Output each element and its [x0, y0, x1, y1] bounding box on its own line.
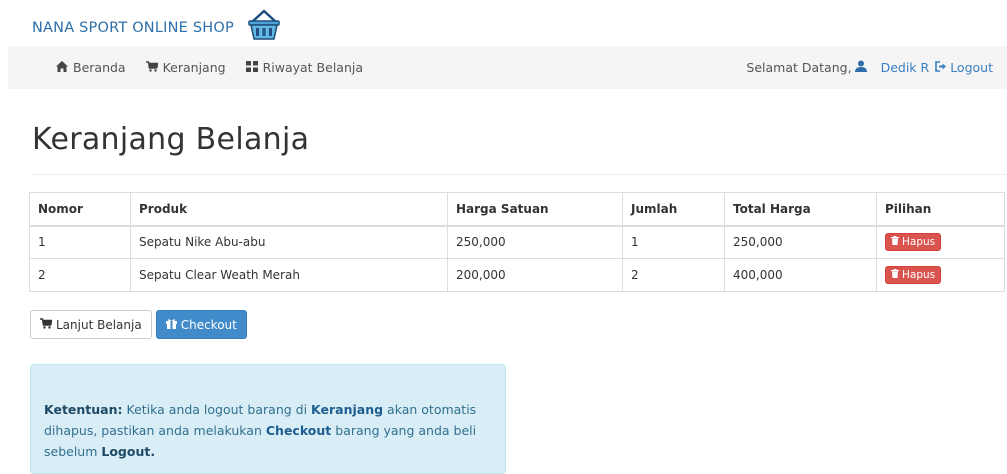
brand-title[interactable]: NANA SPORT ONLINE SHOP [32, 20, 234, 36]
user-area: Selamat Datang, Dedik R Logout [746, 60, 993, 75]
delete-button-label: Hapus [902, 236, 936, 249]
cell-harga-satuan: 250,000 [447, 225, 623, 259]
logout-label: Logout [950, 60, 993, 75]
column-header-produk: Produk [130, 192, 448, 227]
continue-shopping-label: Lanjut Belanja [56, 317, 142, 332]
logout-icon [935, 60, 950, 75]
nav-item-label: Keranjang [162, 60, 226, 75]
trash-icon [891, 269, 902, 281]
nav-item-keranjang[interactable]: Keranjang [145, 60, 226, 75]
cell-pilihan: Hapus [876, 258, 1005, 292]
column-header-harga-satuan: Harga Satuan [447, 192, 623, 227]
cart-icon [145, 60, 163, 75]
cell-jumlah: 2 [622, 258, 725, 292]
notice-keyword-cart: Keranjang [311, 402, 384, 417]
notice-keyword-logout: Logout. [101, 444, 156, 459]
cart-actions: Lanjut Belanja Checkout [30, 310, 251, 339]
table-header-row: Nomor Produk Harga Satuan Jumlah Total H… [29, 192, 1005, 227]
cell-jumlah: 1 [622, 225, 725, 259]
gift-icon [165, 318, 181, 332]
page-title: Keranjang Belanja [32, 122, 310, 157]
brand[interactable]: NANA SPORT ONLINE SHOP [32, 9, 282, 42]
column-header-total-harga: Total Harga [724, 192, 877, 227]
table-row: 2 Sepatu Clear Weath Merah 200,000 2 400… [29, 258, 1005, 292]
cell-total-harga: 250,000 [724, 225, 877, 259]
cell-nomor: 2 [29, 258, 131, 292]
column-header-pilihan: Pilihan [876, 192, 1005, 227]
shopping-basket-icon [246, 8, 282, 42]
column-header-nomor: Nomor [29, 192, 131, 227]
cell-produk: Sepatu Clear Weath Merah [130, 258, 448, 292]
cart-icon [40, 317, 56, 332]
user-name-link[interactable]: Dedik R [881, 60, 930, 75]
delete-button[interactable]: Hapus [885, 233, 942, 252]
cell-harga-satuan: 200,000 [447, 258, 623, 292]
notice-label: Ketentuan: [44, 402, 123, 417]
notice-text: Ketika anda logout barang di [122, 402, 312, 417]
cart-table: Nomor Produk Harga Satuan Jumlah Total H… [29, 192, 1005, 292]
table-row: 1 Sepatu Nike Abu-abu 250,000 1 250,000 … [29, 225, 1005, 259]
checkout-button[interactable]: Checkout [155, 310, 247, 339]
cell-nomor: 1 [29, 225, 131, 259]
delete-button-label: Hapus [902, 269, 936, 281]
continue-shopping-button[interactable]: Lanjut Belanja [30, 310, 152, 339]
grid-icon [245, 60, 263, 75]
cell-pilihan: Hapus [876, 225, 1005, 259]
logout-link[interactable]: Logout [935, 60, 993, 75]
welcome-label: Selamat Datang, [746, 60, 852, 75]
checkout-label: Checkout [180, 317, 237, 332]
nav-item-label: Riwayat Belanja [262, 60, 364, 75]
delete-button[interactable]: Hapus [885, 266, 942, 284]
home-icon [56, 60, 73, 75]
nav-item-riwayat-belanja[interactable]: Riwayat Belanja [245, 60, 364, 75]
notice-alert: Ketentuan: Ketika anda logout barang di … [30, 364, 506, 474]
welcome-text: Selamat Datang, [746, 60, 870, 75]
trash-icon [891, 236, 902, 248]
notice-keyword-checkout: Checkout [265, 423, 332, 438]
title-divider [32, 174, 1007, 175]
cell-produk: Sepatu Nike Abu-abu [130, 225, 448, 259]
user-icon [852, 60, 871, 75]
nav-menu: Beranda Keranjang Riwayat Belanja [56, 60, 383, 75]
navbar: Beranda Keranjang Riwayat Belanja Selama… [8, 46, 1007, 89]
nav-item-label: Beranda [73, 60, 126, 75]
cell-total-harga: 400,000 [724, 258, 877, 292]
nav-item-beranda[interactable]: Beranda [56, 60, 126, 75]
column-header-jumlah: Jumlah [622, 192, 725, 227]
